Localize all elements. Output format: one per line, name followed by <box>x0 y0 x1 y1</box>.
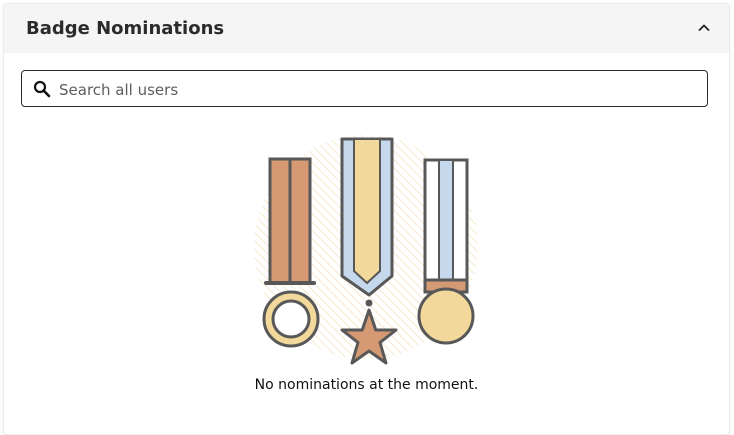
gold-medal <box>340 137 398 365</box>
silver-medal <box>417 158 475 345</box>
chevron-up-icon[interactable] <box>693 17 715 39</box>
search-field[interactable] <box>21 70 708 107</box>
medals-illustration <box>244 129 489 374</box>
badge-nominations-panel: Badge Nominations Search all users No no… <box>3 3 730 435</box>
search-icon <box>33 80 51 98</box>
empty-state-message: No nominations at the moment. <box>254 377 479 393</box>
bronze-medal <box>262 157 320 348</box>
search-input[interactable] <box>57 72 701 107</box>
panel-header[interactable]: Badge Nominations <box>4 4 729 53</box>
panel-title: Badge Nominations <box>26 18 225 39</box>
